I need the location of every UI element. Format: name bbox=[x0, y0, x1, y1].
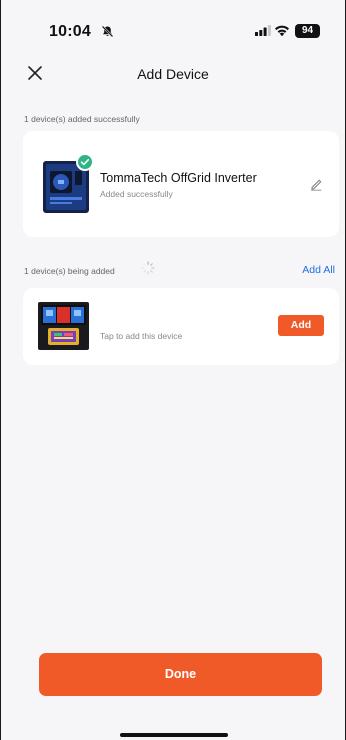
add-device-button[interactable]: Add bbox=[278, 315, 324, 336]
pending-device-card[interactable]: Tap to add this device Add bbox=[23, 288, 339, 365]
pending-device-image bbox=[38, 302, 89, 350]
loading-spinner-icon bbox=[141, 261, 155, 275]
added-device-status: Added successfully bbox=[100, 189, 173, 199]
page-title: Add Device bbox=[137, 66, 209, 82]
adding-section-label: 1 device(s) being added bbox=[24, 266, 115, 276]
added-device-name: TommaTech OffGrid Inverter bbox=[100, 171, 257, 185]
edit-pencil-icon[interactable] bbox=[309, 177, 323, 191]
status-time: 10:04 bbox=[49, 23, 91, 40]
done-button[interactable]: Done bbox=[39, 653, 322, 696]
success-check-icon bbox=[76, 153, 94, 171]
bell-off-icon bbox=[101, 25, 114, 38]
added-device-card[interactable]: TommaTech OffGrid Inverter Added success… bbox=[23, 131, 339, 237]
added-section-label: 1 device(s) added successfully bbox=[24, 114, 140, 124]
wifi-icon bbox=[275, 25, 289, 37]
signal-icon bbox=[255, 25, 271, 36]
add-all-link[interactable]: Add All bbox=[302, 264, 335, 276]
app-screen: 10:04 94 Add Device 1 device(s) added su… bbox=[0, 0, 346, 740]
battery-indicator: 94 bbox=[295, 24, 320, 38]
status-bar: 10:04 94 bbox=[1, 0, 345, 60]
home-indicator bbox=[120, 733, 228, 737]
tap-to-add-hint: Tap to add this device bbox=[100, 331, 183, 341]
